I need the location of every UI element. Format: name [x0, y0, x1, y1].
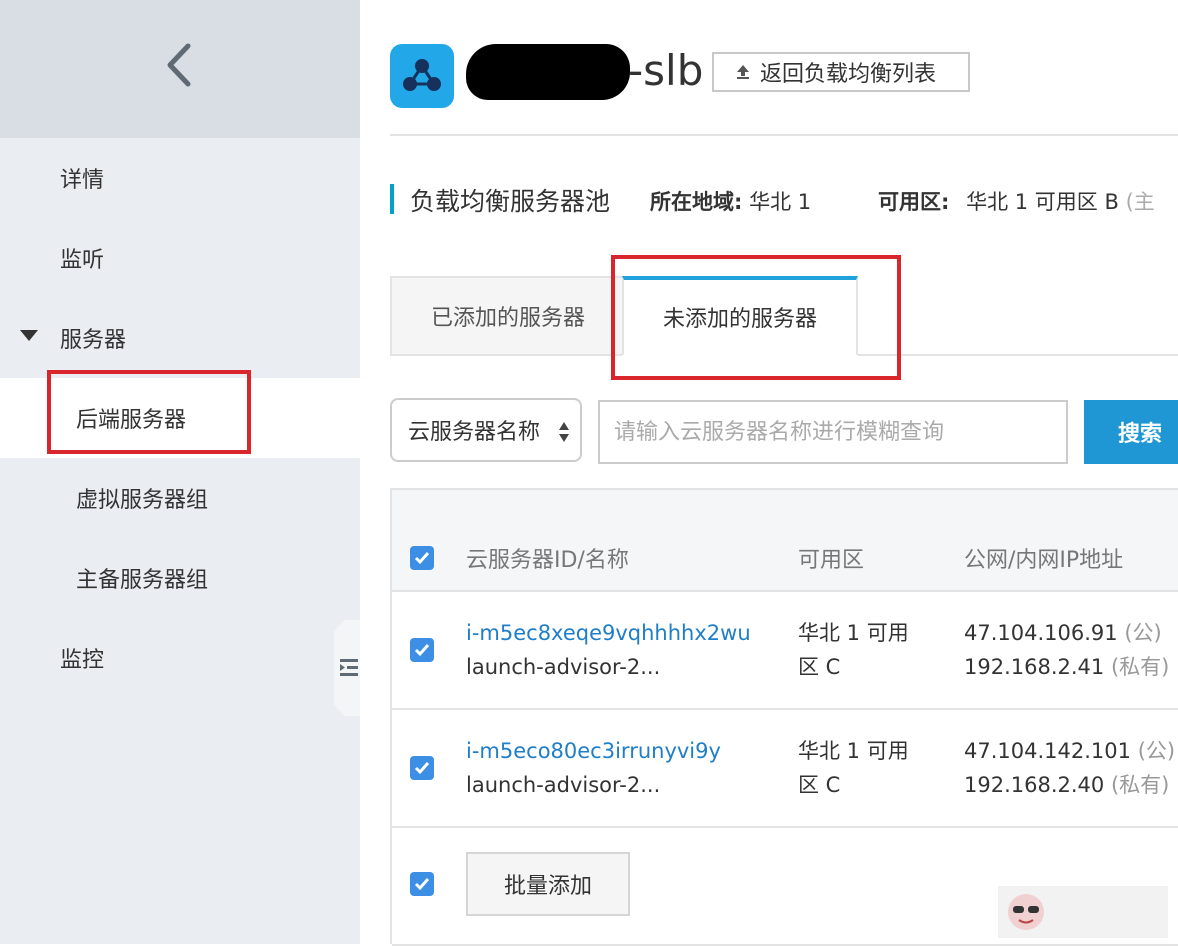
- private-ip-tag: (私有): [1110, 655, 1170, 679]
- column-header-id-name: 云服务器ID/名称: [466, 548, 629, 573]
- caret-down-icon: [20, 330, 38, 341]
- column-header-zone: 可用区: [798, 548, 865, 573]
- table-row: i-m5eco80ec3irrunyvi9y launch-advisor-2.…: [392, 710, 1178, 828]
- watermark: [998, 886, 1168, 938]
- column-header-ip: 公网/内网IP地址: [964, 548, 1124, 573]
- zone-info: 可用区: 华北 1 可用区 B (主: [878, 186, 1155, 216]
- tab-label: 已添加的服务器: [430, 306, 585, 331]
- sidebar-item-label: 虚拟服务器组: [76, 488, 209, 513]
- redacted-title-mask: [466, 44, 630, 100]
- server-id-link[interactable]: i-m5eco80ec3irrunyvi9y: [466, 734, 721, 768]
- sidebar-item-details[interactable]: 详情: [0, 138, 360, 218]
- server-id-cell: i-m5ec8xeqe9vqhhhhx2wu launch-advisor-2.…: [466, 616, 751, 684]
- sidebar-item-label: 服务器: [60, 328, 127, 353]
- sidebar: 详情 监听 服务器 后端服务器 虚拟服务器组 主备服务器组 监控: [0, 0, 360, 944]
- server-name: launch-advisor-2...: [466, 773, 661, 797]
- sidebar-item-monitoring[interactable]: 监控: [0, 618, 360, 698]
- highlight-box-unadded-tab: [611, 255, 901, 380]
- zone-line-2: 区 C: [798, 655, 841, 679]
- header-divider: [390, 134, 1178, 136]
- upload-arrow-icon: [737, 65, 749, 79]
- check-icon: [414, 762, 430, 775]
- section-accent-bar: [390, 184, 394, 214]
- sidebar-item-listeners[interactable]: 监听: [0, 218, 360, 298]
- zone-line-1: 华北 1 可用: [798, 739, 909, 763]
- search-input[interactable]: [598, 400, 1068, 464]
- sidebar-item-label: 监听: [60, 248, 105, 273]
- page-title: -slb: [628, 46, 704, 95]
- private-ip-tag: (私有): [1110, 773, 1170, 797]
- public-ip: 47.104.142.101: [964, 739, 1131, 763]
- footer-select-all-checkbox[interactable]: [410, 872, 434, 896]
- tab-added-servers[interactable]: 已添加的服务器: [390, 276, 624, 356]
- back-to-list-label: 返回负载均衡列表: [760, 62, 937, 87]
- highlight-box-backend-servers: [47, 370, 251, 454]
- sunglasses-face-icon: [1008, 894, 1044, 930]
- search-field-select-value: 云服务器名称: [408, 420, 541, 445]
- zone-line-1: 华北 1 可用: [798, 621, 909, 645]
- private-ip: 192.168.2.41: [964, 655, 1105, 679]
- zone-extra: (主: [1125, 190, 1155, 214]
- zone-label: 可用区:: [878, 190, 950, 214]
- check-icon: [414, 644, 430, 657]
- private-ip: 192.168.2.40: [964, 773, 1105, 797]
- region-value: 华北 1: [749, 190, 812, 214]
- region-info: 所在地域: 华北 1: [650, 186, 811, 216]
- sidebar-item-primary-backup-groups[interactable]: 主备服务器组: [0, 538, 360, 618]
- public-ip: 47.104.106.91: [964, 621, 1118, 645]
- ip-cell: 47.104.142.101 (公) 192.168.2.40 (私有): [964, 734, 1175, 802]
- zone-cell: 华北 1 可用 区 C: [798, 734, 909, 802]
- zone-cell: 华北 1 可用 区 C: [798, 616, 909, 684]
- ip-cell: 47.104.106.91 (公) 192.168.2.41 (私有): [964, 616, 1169, 684]
- public-ip-tag: (公): [1124, 621, 1162, 645]
- search-button[interactable]: 搜索: [1084, 400, 1178, 464]
- network-nodes-icon: [403, 59, 441, 91]
- row-checkbox[interactable]: [410, 638, 434, 662]
- server-id-link[interactable]: i-m5ec8xeqe9vqhhhhx2wu: [466, 616, 751, 650]
- section-title: 负载均衡服务器池: [410, 187, 611, 216]
- servers-table: 云服务器ID/名称 可用区 公网/内网IP地址 i-m5ec8xeqe9vqhh…: [390, 488, 1178, 946]
- table-header: 云服务器ID/名称 可用区 公网/内网IP地址: [392, 490, 1178, 592]
- public-ip-tag: (公): [1137, 739, 1176, 763]
- sidebar-header: [0, 0, 360, 138]
- chevron-left-icon[interactable]: [160, 40, 200, 90]
- zone-line-2: 区 C: [798, 773, 841, 797]
- check-icon: [414, 552, 430, 565]
- sidebar-item-virtual-server-groups[interactable]: 虚拟服务器组: [0, 458, 360, 538]
- sidebar-collapse-toggle[interactable]: [334, 620, 360, 716]
- collapse-sidebar-icon: [340, 659, 358, 676]
- server-name: launch-advisor-2...: [466, 655, 661, 679]
- sidebar-item-label: 详情: [60, 168, 105, 193]
- sidebar-item-label: 监控: [60, 648, 105, 673]
- region-label: 所在地域:: [650, 190, 743, 214]
- sort-arrows-icon: [559, 422, 569, 442]
- row-checkbox[interactable]: [410, 756, 434, 780]
- sidebar-item-label: 主备服务器组: [76, 568, 209, 593]
- zone-value: 华北 1 可用区 B: [966, 190, 1119, 214]
- slb-app-icon: [390, 44, 454, 108]
- batch-add-button[interactable]: 批量添加: [466, 852, 630, 916]
- back-to-list-button[interactable]: 返回负载均衡列表: [712, 52, 970, 92]
- table-row: i-m5ec8xeqe9vqhhhhx2wu launch-advisor-2.…: [392, 592, 1178, 710]
- search-field-select[interactable]: 云服务器名称: [390, 398, 582, 462]
- sidebar-item-servers[interactable]: 服务器: [0, 298, 360, 378]
- select-all-checkbox[interactable]: [410, 546, 434, 570]
- check-icon: [414, 878, 430, 891]
- server-id-cell: i-m5eco80ec3irrunyvi9y launch-advisor-2.…: [466, 734, 721, 802]
